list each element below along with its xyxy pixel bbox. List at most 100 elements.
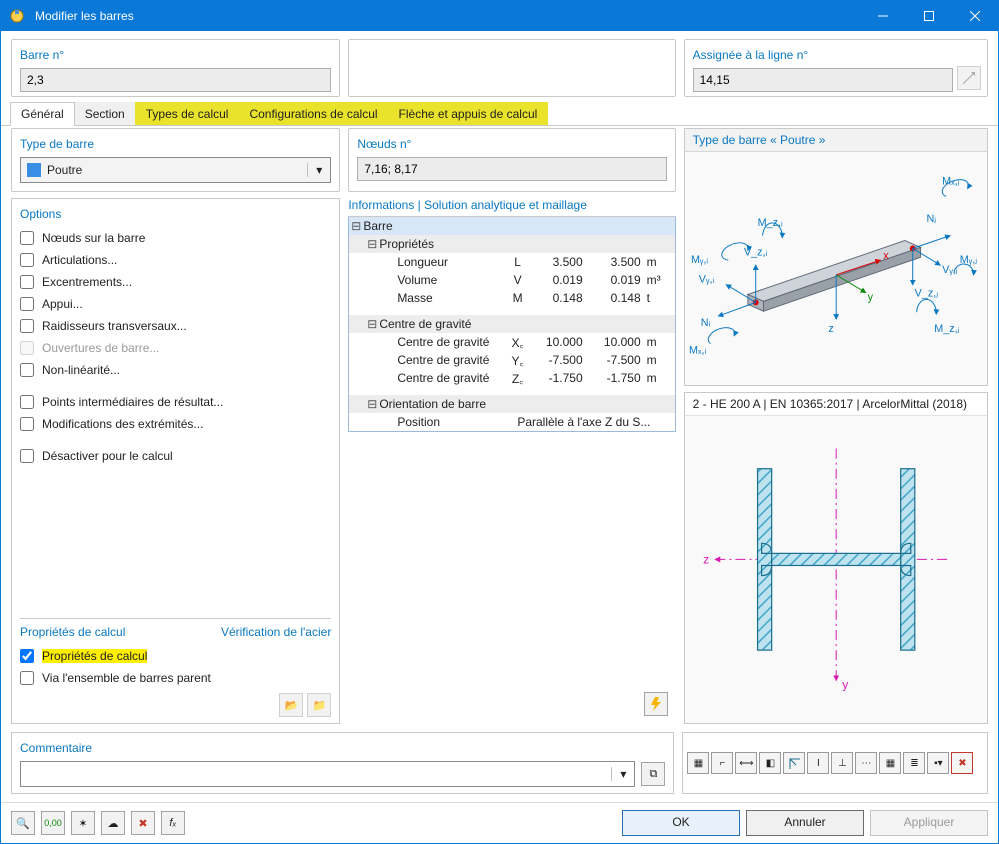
tab-configs[interactable]: Configurations de calcul <box>238 102 388 125</box>
row-longueur: Longueur <box>397 255 504 269</box>
tool-6[interactable]: I <box>807 752 829 774</box>
svg-text:V_z,ᵢ: V_z,ᵢ <box>744 246 768 258</box>
ok-button[interactable]: OK <box>622 810 740 836</box>
units-icon: 0,00 <box>44 818 62 828</box>
tool-11[interactable]: ▪▾ <box>927 752 949 774</box>
assign-pick-button[interactable] <box>957 66 981 90</box>
cancel-button[interactable]: Annuler <box>746 810 864 836</box>
tab-section[interactable]: Section <box>74 102 136 125</box>
chk-ouv <box>20 341 34 355</box>
collapse-icon[interactable]: ⊟ <box>349 397 379 411</box>
comment-combo[interactable]: ▾ <box>20 761 635 787</box>
chk-appui[interactable] <box>20 297 34 311</box>
noeuds-label: Nœuds n° <box>357 135 666 157</box>
row-position-val: Parallèle à l'axe Z du S... <box>487 415 674 429</box>
svg-text:Mₓ,ⱼ: Mₓ,ⱼ <box>942 176 960 188</box>
tool-1[interactable]: ▦ <box>687 752 709 774</box>
calculate-button[interactable] <box>644 692 668 716</box>
row-masse: Masse <box>397 291 504 305</box>
type-de-barre-combo[interactable]: Poutre ▾ <box>20 157 331 183</box>
chk-noeuds[interactable] <box>20 231 34 245</box>
folder-plus-icon: 📂 <box>284 699 298 712</box>
right-top-header: Type de barre « Poutre » <box>685 129 987 152</box>
collapse-icon[interactable]: ⊟ <box>349 237 379 251</box>
chk-props-calcul[interactable] <box>20 649 34 663</box>
svg-text:y: y <box>842 677 849 691</box>
lbl-ptint: Points intermédiaires de résultat... <box>42 395 223 409</box>
tool-7[interactable]: ⊥ <box>831 752 853 774</box>
info-tree: ⊟Barre ⊟Propriétés LongueurL3.5003.500m … <box>348 217 675 432</box>
tool-10[interactable]: ≣ <box>903 752 925 774</box>
tool-8[interactable]: ⋯ <box>855 752 877 774</box>
tool-3[interactable]: ⟷ <box>735 752 757 774</box>
copy-icon: ⧉ <box>649 768 657 781</box>
chk-artic[interactable] <box>20 253 34 267</box>
info-header: Informations | Solution analytique et ma… <box>348 196 675 217</box>
section-diagram: y z <box>685 416 987 723</box>
svg-text:x: x <box>883 250 889 262</box>
svg-text:y: y <box>867 291 873 303</box>
barre-no-input[interactable] <box>20 68 331 92</box>
units-button[interactable]: 0,00 <box>41 811 65 835</box>
minimize-button[interactable] <box>860 1 906 31</box>
noeuds-input[interactable] <box>357 157 666 181</box>
comment-aux-button[interactable]: ⧉ <box>641 762 665 786</box>
tool-delete[interactable]: ✖ <box>951 752 973 774</box>
tab-fleche[interactable]: Flèche et appuis de calcul <box>388 102 549 125</box>
lbl-via-parent: Via l'ensemble de barres parent <box>42 671 211 685</box>
chk-modext[interactable] <box>20 417 34 431</box>
tab-types[interactable]: Types de calcul <box>135 102 240 125</box>
row-orient: Orientation de barre <box>379 397 674 411</box>
lightning-icon <box>649 697 663 711</box>
collapse-icon[interactable]: ⊟ <box>349 317 379 331</box>
maximize-button[interactable] <box>906 1 952 31</box>
lbl-raid: Raidisseurs transversaux... <box>42 319 187 333</box>
props-title-left: Propriétés de calcul <box>20 625 125 639</box>
delete-button[interactable]: ✖ <box>131 811 155 835</box>
row-proprietes: Propriétés <box>379 237 674 251</box>
tool-9[interactable]: ▦ <box>879 752 901 774</box>
tool-5[interactable] <box>783 752 805 774</box>
app-icon <box>9 8 25 24</box>
titlebar: Modifier les barres <box>1 1 998 31</box>
axes-button[interactable]: ✶ <box>71 811 95 835</box>
apply-button[interactable]: Appliquer <box>870 810 988 836</box>
chk-via-parent[interactable] <box>20 671 34 685</box>
tool-4[interactable]: ◧ <box>759 752 781 774</box>
chk-nonlin[interactable] <box>20 363 34 377</box>
lbl-appui: Appui... <box>42 297 83 311</box>
row-volume: Volume <box>397 273 504 287</box>
folder-edit-icon: 📁 <box>312 699 326 712</box>
cloud-button[interactable]: ☁ <box>101 811 125 835</box>
svg-text:Nᵢ: Nᵢ <box>700 317 710 329</box>
props-edit-button[interactable]: 📁 <box>307 693 331 717</box>
props-new-button[interactable]: 📂 <box>279 693 303 717</box>
row-cogx: Centre de gravité <box>397 335 504 349</box>
close-button[interactable] <box>952 1 998 31</box>
svg-text:M_z,ᵢ: M_z,ᵢ <box>757 217 782 229</box>
lbl-excentr: Excentrements... <box>42 275 132 289</box>
tab-strip: Général Section Types de calcul Configur… <box>1 97 998 125</box>
type-swatch <box>27 163 41 177</box>
lbl-props-calcul: Propriétés de calcul <box>42 649 147 663</box>
row-cogy: Centre de gravité <box>397 353 504 367</box>
chk-deact[interactable] <box>20 449 34 463</box>
lbl-deact: Désactiver pour le calcul <box>42 449 173 463</box>
help-button[interactable]: 🔍 <box>11 811 35 835</box>
svg-text:M_z,ⱼ: M_z,ⱼ <box>934 323 959 335</box>
row-position: Position <box>397 415 487 429</box>
tab-general[interactable]: Général <box>10 102 75 125</box>
chk-ptint[interactable] <box>20 395 34 409</box>
chk-excentr[interactable] <box>20 275 34 289</box>
comment-label: Commentaire <box>20 739 665 761</box>
collapse-icon[interactable]: ⊟ <box>349 219 363 233</box>
tool-2[interactable]: ⌐ <box>711 752 733 774</box>
magnifier-icon: 🔍 <box>16 817 30 830</box>
fx-button[interactable]: fₓ <box>161 811 185 835</box>
assign-input[interactable] <box>693 68 953 92</box>
lbl-artic: Articulations... <box>42 253 117 267</box>
lbl-nonlin: Non-linéarité... <box>42 363 120 377</box>
chk-raid[interactable] <box>20 319 34 333</box>
lbl-noeuds: Nœuds sur la barre <box>42 231 145 245</box>
svg-text:V_z,ⱼ: V_z,ⱼ <box>914 287 938 299</box>
